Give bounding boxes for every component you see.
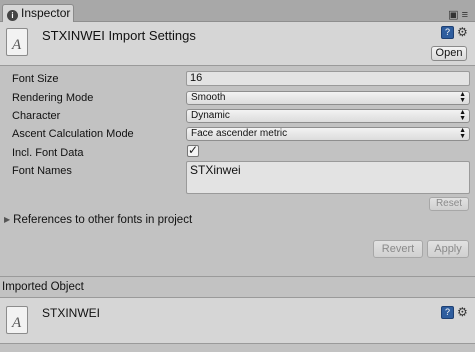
help-icon[interactable]: ?	[441, 306, 454, 319]
character-value: Dynamic	[191, 110, 230, 121]
rendering-mode-value: Smooth	[191, 92, 226, 103]
font-names-label: Font Names	[12, 165, 72, 177]
gear-icon[interactable]: ⚙	[457, 25, 468, 39]
menu-icon[interactable]: ≡	[462, 9, 471, 21]
help-icon[interactable]: ?	[441, 26, 454, 39]
tab-inspector[interactable]: i Inspector	[2, 4, 74, 22]
reset-button[interactable]: Reset	[429, 197, 469, 211]
incl-font-data-checkbox[interactable]: ✓	[187, 143, 199, 157]
font-file-icon: A	[6, 28, 28, 56]
tab-controls: ▣≡	[448, 8, 471, 21]
foldout-arrow-icon: ▶	[4, 215, 11, 224]
ascent-mode-label: Ascent Calculation Mode	[12, 128, 134, 140]
dropdown-arrows-icon: ▲ ▼	[459, 91, 466, 104]
apply-button[interactable]: Apply	[427, 240, 469, 258]
open-button[interactable]: Open	[431, 46, 467, 61]
tab-bar: i Inspector ▣≡	[0, 0, 475, 22]
font-size-label: Font Size	[12, 73, 59, 85]
revert-button[interactable]: Revert	[373, 240, 423, 258]
references-label: References to other fonts in project	[13, 214, 193, 226]
ascent-mode-value: Face ascender metric	[191, 128, 288, 139]
rendering-mode-dropdown[interactable]: Smooth ▲ ▼	[186, 91, 470, 105]
dropdown-arrows-icon: ▲ ▼	[459, 109, 466, 122]
character-label: Character	[12, 110, 61, 122]
font-size-field[interactable]: 16	[186, 71, 470, 86]
lock-icon[interactable]: ▣	[448, 9, 461, 21]
page-title: STXINWEI Import Settings	[42, 28, 196, 43]
incl-font-data-label: Incl. Font Data	[12, 147, 84, 159]
imported-object-header: Imported Object	[0, 276, 475, 296]
font-names-field[interactable]: STXinwei	[186, 161, 470, 194]
imported-object-title: STXINWEI	[42, 306, 101, 320]
info-icon: i	[7, 10, 18, 21]
ascent-mode-dropdown[interactable]: Face ascender metric ▲ ▼	[186, 127, 470, 141]
rendering-mode-label: Rendering Mode	[12, 92, 94, 104]
imported-object-panel: A STXINWEI ? ⚙	[0, 297, 475, 344]
references-foldout[interactable]: ▶ References to other fonts in project	[4, 214, 192, 226]
inspector-header: A STXINWEI Import Settings ? ⚙ Open	[0, 22, 475, 66]
dropdown-arrows-icon: ▲ ▼	[459, 127, 466, 140]
imported-object-label: Imported Object	[2, 281, 84, 293]
checkmark-icon: ✓	[188, 143, 199, 157]
character-dropdown[interactable]: Dynamic ▲ ▼	[186, 109, 470, 123]
tab-label: Inspector	[21, 6, 71, 20]
font-file-icon: A	[6, 306, 28, 334]
gear-icon[interactable]: ⚙	[457, 305, 468, 319]
